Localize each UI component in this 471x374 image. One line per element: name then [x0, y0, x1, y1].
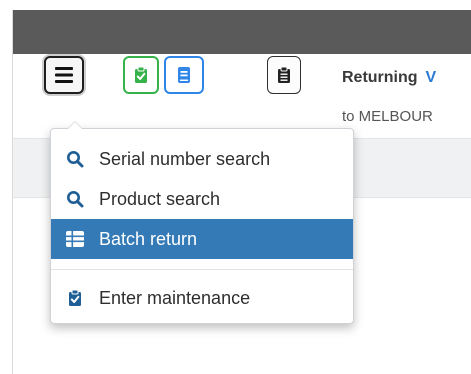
title-bar — [13, 10, 471, 54]
menu-item-enter-maintenance[interactable]: Enter maintenance — [51, 278, 353, 318]
book-icon — [178, 67, 190, 83]
menu-item-label: Serial number search — [99, 148, 271, 169]
actions-dropdown-menu: Serial number search Product search Batc… — [50, 121, 354, 324]
menu-item-label: Batch return — [99, 228, 198, 249]
returning-label: Returning — [342, 69, 418, 86]
screen: Returning V to MELBOUR Serial number sear… — [0, 0, 471, 374]
menu-item-serial-number-search[interactable]: Serial number search — [51, 139, 353, 179]
menu-item-label: Enter maintenance — [99, 287, 251, 308]
returning-title: Returning V — [342, 69, 436, 87]
clipboard-button[interactable] — [267, 56, 301, 94]
menu-divider — [51, 269, 353, 270]
search-icon — [65, 189, 85, 209]
menu-toggle-button[interactable] — [44, 56, 84, 94]
hamburger-icon — [55, 67, 73, 83]
menu-item-product-search[interactable]: Product search — [51, 179, 353, 219]
table-icon — [65, 229, 85, 249]
clipboard-check-icon — [65, 288, 85, 308]
maintenance-button[interactable] — [123, 56, 159, 94]
search-icon — [65, 149, 85, 169]
menu-item-label: Product search — [99, 188, 221, 209]
menu-item-batch-return[interactable]: Batch return — [51, 219, 353, 259]
clipboard-list-icon — [278, 66, 290, 83]
returning-highlight: V — [425, 69, 437, 86]
return-destination: to MELBOUR — [342, 108, 433, 125]
clipboard-check-icon — [135, 66, 147, 83]
book-button[interactable] — [164, 56, 204, 94]
